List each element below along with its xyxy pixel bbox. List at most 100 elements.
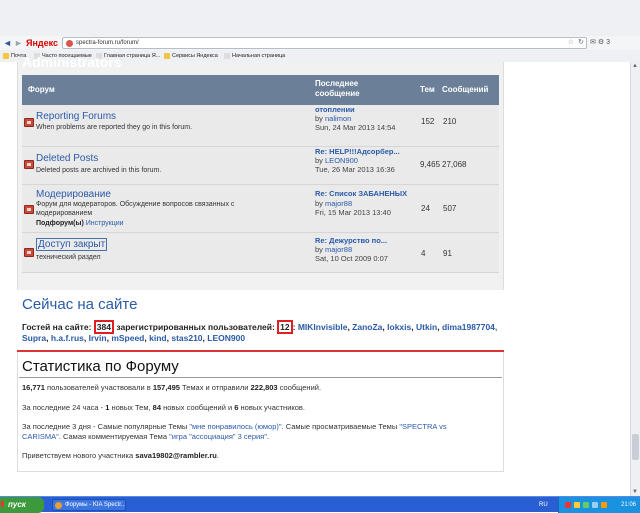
bookmark-item[interactable]: Начальная страница [224, 50, 285, 62]
online-user-link[interactable]: ZanoZa [352, 322, 382, 332]
page-icon [224, 52, 230, 59]
forum-row: Reporting Forums When problems are repor… [22, 105, 499, 147]
online-user-link[interactable]: MIKInvisible [298, 322, 348, 332]
start-button[interactable]: пуск [0, 497, 44, 513]
popular-topic-link[interactable]: "мне понравилось (юмор)" [189, 422, 281, 431]
tray-app-icon[interactable] [601, 502, 607, 508]
tools-gear-icon[interactable]: ⚙ [598, 39, 604, 46]
online-user-link[interactable]: stas210 [171, 333, 202, 343]
guests-count: 384 [93, 320, 114, 334]
taskbar-window-button[interactable]: Форумы - KIA Spectr... [52, 499, 126, 511]
forum-table-header: Форум Последнее сообщение Тем Сообщений [22, 75, 499, 105]
last-post-by: by nalimon [315, 114, 352, 123]
browser-tools[interactable]: ✉ ⚙ 3 [590, 37, 638, 49]
last-post-link[interactable]: Re: Список ЗАБАНЕНЫХ [315, 189, 407, 198]
stats-last-3days: За последние 3 дня - Самые популярные Те… [22, 422, 447, 431]
folder-icon [164, 52, 170, 59]
last-post-date: Sun, 24 Mar 2013 14:54 [315, 123, 396, 132]
last-post-by: by major88 [315, 199, 353, 208]
scroll-up-icon[interactable]: ▲ [632, 63, 638, 69]
antivirus-icon[interactable] [565, 502, 571, 508]
online-user-link[interactable]: lokxis [387, 322, 411, 332]
forum-row: Deleted Posts Deleted posts are archived… [22, 147, 499, 185]
yandex-logo[interactable]: Яндекс [26, 37, 58, 49]
online-user-link[interactable]: dima1987704, [442, 322, 497, 332]
address-bar[interactable]: spectra-forum.ru/forum/ ☆ ↻ [62, 37, 587, 49]
header-topics: Тем [420, 85, 435, 94]
online-user-link[interactable]: Utkin [416, 322, 437, 332]
bookmark-item[interactable]: Сервисы Яндекса [164, 50, 218, 62]
online-user-link[interactable]: Supra [22, 333, 46, 343]
forum-folder-icon [24, 118, 34, 127]
online-section-title: Сейчас на сайте [22, 296, 138, 313]
forum-description: When problems are reported they go in th… [36, 124, 193, 131]
last-post-date: Fri, 15 Mar 2013 13:40 [315, 208, 391, 217]
windows-taskbar: пуск Форумы - KIA Spectr... RU 21:06 [0, 496, 640, 513]
last-post-link[interactable]: отоплении [315, 105, 355, 114]
posts-count: 507 [443, 204, 457, 213]
windows-flag-icon [1, 501, 7, 507]
online-users-line: Supra, h.a.f.rus, Irvin, mSpeed, kind, s… [22, 333, 246, 343]
newest-member-link[interactable]: sava19802@rambler.ru [135, 451, 217, 460]
online-user-link[interactable]: LEON900 [207, 333, 245, 343]
forum-folder-icon [24, 248, 34, 257]
category-title[interactable]: Administrators [22, 54, 122, 70]
last-post-date: Tue, 26 Mar 2013 16:36 [315, 165, 395, 174]
topics-count: 24 [421, 204, 430, 213]
stats-newest-member: Приветствуем нового участника sava19802@… [22, 451, 219, 460]
forum-title-link[interactable]: Deleted Posts [36, 153, 98, 164]
scroll-down-icon[interactable]: ▼ [632, 489, 638, 495]
forward-arrow-icon[interactable]: ► [14, 38, 24, 48]
posts-count: 91 [443, 249, 452, 258]
forum-title-link[interactable]: Reporting Forums [36, 111, 116, 122]
last-post-by: by major88 [315, 245, 353, 254]
subforums-label: Подфорум(ы) [36, 220, 84, 227]
posts-count: 210 [443, 117, 457, 126]
address-text[interactable]: spectra-forum.ru/forum/ [76, 38, 139, 48]
tools-badge: 3 [606, 39, 610, 46]
subforum-link[interactable]: Инструкции [86, 220, 124, 227]
clock[interactable]: 21:06 [621, 497, 636, 513]
forum-title-link[interactable]: Доступ закрыт [36, 238, 108, 251]
registered-label: зарегистрированных пользователей: [116, 322, 275, 332]
mail-icon[interactable]: ✉ [590, 39, 596, 46]
back-arrow-icon[interactable]: ◄ [3, 38, 13, 48]
last-post-user-link[interactable]: nalimon [325, 114, 351, 123]
page-scrollbar[interactable]: ▲ ▼ [630, 62, 640, 496]
online-user-link[interactable]: Irvin [89, 333, 107, 343]
viewed-topic-link[interactable]: "SPECTRA vs [399, 422, 446, 431]
site-favicon-icon [66, 40, 73, 47]
last-post-user-link[interactable]: major88 [325, 199, 352, 208]
forum-title-link[interactable]: Модерирование [36, 189, 111, 200]
forum-description: Deleted posts are archived in this forum… [36, 167, 162, 174]
online-user-link[interactable]: mSpeed [111, 333, 144, 343]
last-post-by: by LEON900 [315, 156, 358, 165]
online-user-link[interactable]: kind [149, 333, 166, 343]
browser-app-icon [55, 502, 62, 509]
forum-description: технический раздел [36, 254, 101, 261]
volume-icon[interactable] [583, 502, 589, 508]
tray-app-icon[interactable] [592, 502, 598, 508]
mail-icon [3, 52, 9, 59]
viewed-topic-link-cont[interactable]: CARISMA" [22, 432, 59, 441]
commented-topic-link[interactable]: "игра "ассоциация" 3 серия" [169, 432, 267, 441]
topics-count: 9,465 [420, 160, 441, 169]
header-forum: Форум [28, 85, 55, 94]
reload-icon[interactable]: ↻ [578, 38, 584, 48]
online-user-link[interactable]: h.a.f.rus [51, 333, 84, 343]
forum-row: Доступ закрыт технический раздел Re: Деж… [22, 233, 499, 273]
last-post-link[interactable]: Re: HELP!!!Адсорбер... [315, 147, 400, 156]
topics-count: 4 [421, 249, 426, 258]
forum-description-cont: модерированием [36, 210, 93, 217]
language-indicator[interactable]: RU [539, 497, 555, 513]
last-post-link[interactable]: Re: Дежурство по... [315, 236, 387, 245]
forum-description: Форум для модераторов. Обсуждение вопрос… [36, 201, 235, 208]
last-post-user-link[interactable]: LEON900 [325, 156, 358, 165]
scroll-thumb[interactable] [632, 434, 639, 460]
network-icon[interactable] [574, 502, 580, 508]
last-post-user-link[interactable]: major88 [325, 245, 352, 254]
stats-divider [19, 377, 502, 378]
bookmark-star-icon[interactable]: ☆ [568, 38, 574, 48]
system-tray: RU 21:06 [539, 497, 640, 513]
last-post-date: Sat, 10 Oct 2009 0:07 [315, 254, 388, 263]
